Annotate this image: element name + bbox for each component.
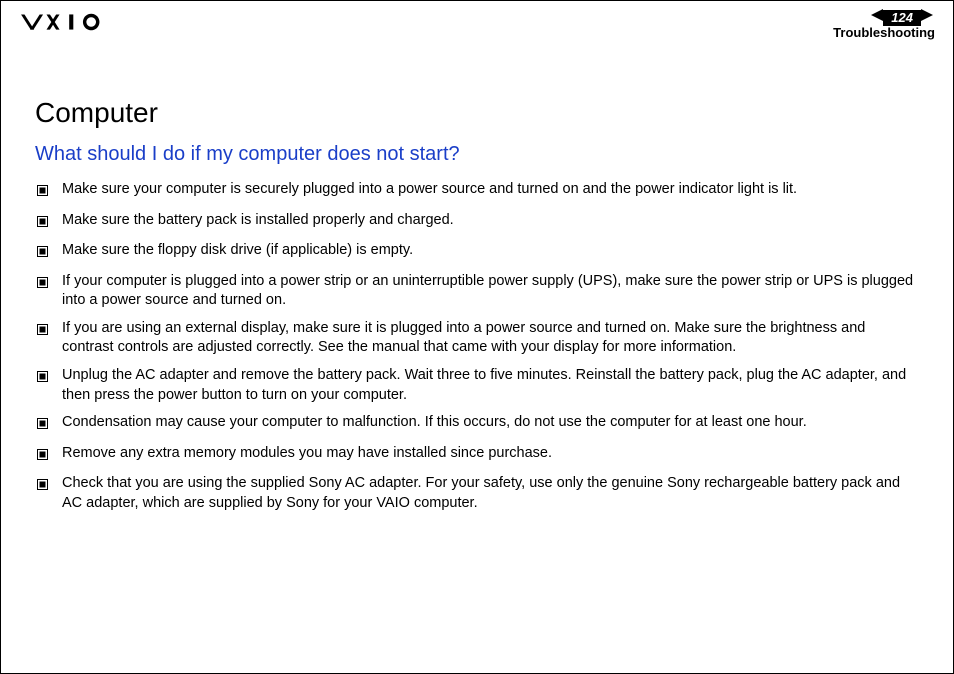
bullet-icon xyxy=(37,322,48,342)
list-item-text: Remove any extra memory modules you may … xyxy=(62,444,919,464)
heading-computer: Computer xyxy=(35,97,919,129)
list-item-text: Unplug the AC adapter and remove the bat… xyxy=(62,366,919,405)
bullet-icon xyxy=(37,477,48,497)
list-item-text: Make sure your computer is securely plug… xyxy=(62,180,919,200)
list-item-text: If you are using an external display, ma… xyxy=(62,319,919,358)
list-item-text: Make sure the floppy disk drive (if appl… xyxy=(62,241,919,261)
bullet-icon xyxy=(37,275,48,295)
list-item-text: Check that you are using the supplied So… xyxy=(62,474,919,513)
list-item: Make sure the battery pack is installed … xyxy=(35,211,919,234)
page-number: 124 xyxy=(891,10,913,25)
vaio-logo xyxy=(19,11,129,38)
section-label: Troubleshooting xyxy=(833,25,935,40)
list-item-text: Make sure the battery pack is installed … xyxy=(62,211,919,231)
page-header: 124 Troubleshooting xyxy=(1,1,953,45)
bullet-icon xyxy=(37,214,48,234)
bullet-icon xyxy=(37,183,48,203)
bullet-icon xyxy=(37,447,48,467)
heading-question: What should I do if my computer does not… xyxy=(35,143,919,166)
list-item: Make sure the floppy disk drive (if appl… xyxy=(35,241,919,264)
list-item: If you are using an external display, ma… xyxy=(35,319,919,358)
list-item-text: If your computer is plugged into a power… xyxy=(62,272,919,311)
list-item: Condensation may cause your computer to … xyxy=(35,413,919,436)
document-page: 124 Troubleshooting Computer What should… xyxy=(0,0,954,674)
list-item-text: Condensation may cause your computer to … xyxy=(62,413,919,433)
bullet-icon xyxy=(37,369,48,389)
list-item: If your computer is plugged into a power… xyxy=(35,272,919,311)
page-number-badge: 124 xyxy=(883,10,921,26)
bullet-icon xyxy=(37,416,48,436)
list-item: Remove any extra memory modules you may … xyxy=(35,444,919,467)
list-item: Check that you are using the supplied So… xyxy=(35,474,919,513)
page-content: Computer What should I do if my computer… xyxy=(1,45,953,513)
list-item: Unplug the AC adapter and remove the bat… xyxy=(35,366,919,405)
troubleshooting-list: Make sure your computer is securely plug… xyxy=(35,180,919,513)
list-item: Make sure your computer is securely plug… xyxy=(35,180,919,203)
bullet-icon xyxy=(37,244,48,264)
